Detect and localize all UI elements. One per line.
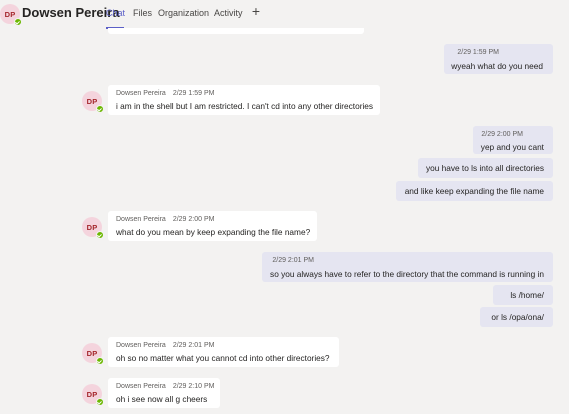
message-text: ls /home/	[510, 290, 544, 300]
message-theirs[interactable]: Dowsen Pereira 2/29 1:59 PM i am in the s…	[108, 85, 380, 115]
message-time: 2/29 2:01 PM	[272, 257, 314, 264]
message-theirs[interactable]: Dowsen Pereira 2/29 2:00 PM what do you m…	[108, 211, 317, 241]
avatar-initials: DP	[86, 96, 98, 106]
sender-avatar[interactable]: DP	[82, 343, 104, 365]
avatar-initials: DP	[86, 348, 98, 358]
presence-available-icon	[96, 357, 104, 365]
message-theirs[interactable]: Dowsen Pereira 2/29 2:10 PM oh i see now …	[108, 378, 220, 408]
message-mine[interactable]: and like keep expanding the file name	[396, 181, 553, 201]
message-text: you have to ls into all directories	[425, 163, 544, 173]
tab-chat[interactable]: Chat	[106, 8, 125, 18]
presence-available-icon	[96, 105, 104, 113]
message-time: 2/29 1:59 PM	[172, 90, 215, 97]
previous-message-edge	[108, 28, 364, 34]
chat-header: DP Dowsen Pereira Chat Files Organizatio…	[0, 0, 569, 31]
message-sender: Dowsen Pereira	[116, 383, 166, 390]
message-sender: Dowsen Pereira	[116, 342, 166, 349]
message-text: what do you mean by keep expanding the f…	[116, 227, 311, 237]
avatar-initials: DP	[86, 389, 98, 399]
message-time: 2/29 2:10 PM	[172, 383, 215, 390]
message-sender: Dowsen Pereira	[116, 216, 166, 223]
message-text: i am in the shell but I am restricted. I…	[116, 101, 374, 111]
message-time: 2/29 2:00 PM	[172, 216, 215, 223]
tab-files[interactable]: Files	[133, 8, 152, 18]
message-time: 2/29 1:59 PM	[457, 49, 499, 56]
presence-available-icon	[14, 18, 22, 26]
message-time: 2/29 2:01 PM	[172, 342, 215, 349]
message-mine[interactable]: you have to ls into all directories	[418, 158, 553, 178]
sender-avatar[interactable]: DP	[82, 91, 104, 113]
sender-avatar[interactable]: DP	[82, 384, 104, 406]
message-mine[interactable]: 2/29 2:00 PM yep and you cant	[473, 126, 553, 154]
message-time: 2/29 2:00 PM	[481, 131, 523, 138]
message-sender: Dowsen Pereira	[116, 90, 166, 97]
message-text: oh so no matter what you cannot cd into …	[116, 353, 330, 363]
plus-icon[interactable]: +	[250, 4, 262, 18]
avatar-initials: DP	[86, 222, 98, 232]
message-text: so you always have to refer to the direc…	[270, 269, 544, 279]
message-mine[interactable]: 2/29 1:59 PM wyeah what do you need	[444, 44, 553, 74]
presence-available-icon	[96, 231, 104, 239]
message-mine[interactable]: 2/29 2:01 PM so you always have to refer…	[262, 252, 553, 282]
message-theirs[interactable]: Dowsen Pereira 2/29 2:01 PM oh so no matt…	[108, 337, 339, 367]
presence-available-icon	[96, 398, 104, 406]
message-text: yep and you cant	[480, 142, 544, 152]
contact-avatar[interactable]: DP	[0, 4, 22, 26]
tab-organization[interactable]: Organization	[158, 8, 209, 18]
message-text: wyeah what do you need	[451, 61, 543, 71]
tab-activity[interactable]: Activity	[214, 8, 243, 18]
message-text: oh i see now all g cheers	[116, 394, 208, 404]
avatar-initials: DP	[4, 9, 16, 19]
contact-name[interactable]: Dowsen Pereira	[22, 5, 120, 20]
sender-avatar[interactable]: DP	[82, 217, 104, 239]
message-mine[interactable]: ls /home/	[493, 285, 553, 305]
message-text: or ls /opa/ona/	[491, 312, 544, 322]
message-text: and like keep expanding the file name	[404, 186, 544, 196]
message-mine[interactable]: or ls /opa/ona/	[480, 307, 553, 327]
